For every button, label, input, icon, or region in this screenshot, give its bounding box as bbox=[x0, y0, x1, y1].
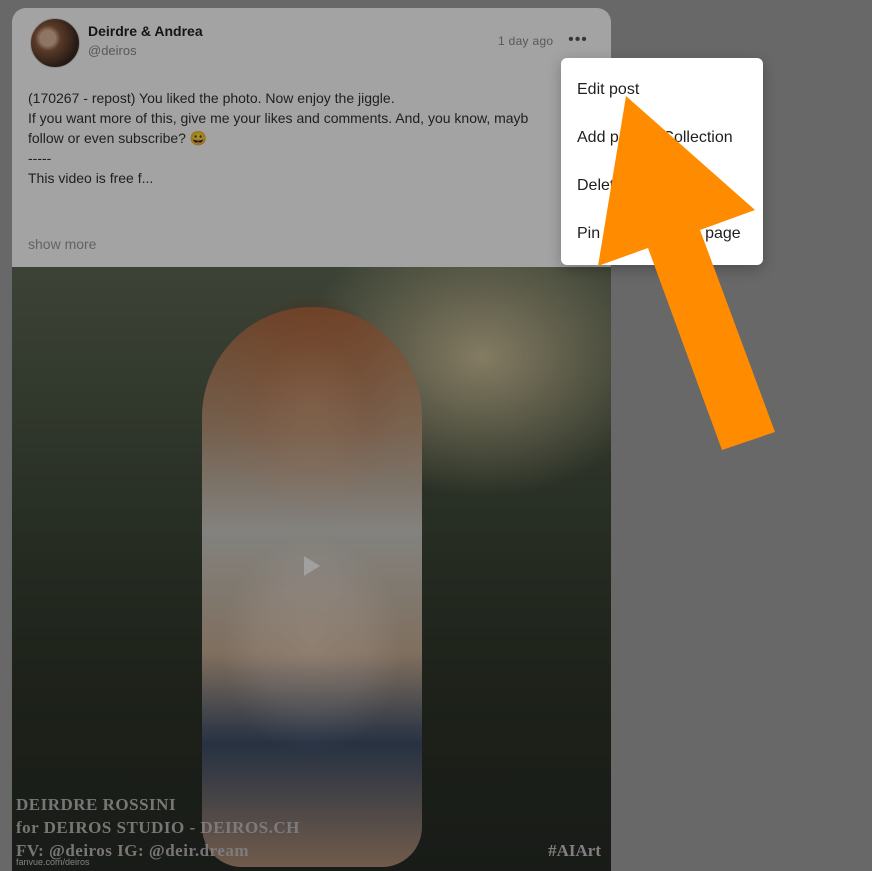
post-text-line: If you want more of this, give me your l… bbox=[28, 110, 529, 126]
menu-item-delete-post[interactable]: Delete post bbox=[577, 177, 658, 195]
source-url: fanvue.com/deiros bbox=[16, 857, 90, 867]
watermark-line: for DEIROS STUDIO - DEIROS.CH bbox=[16, 818, 300, 837]
watermark-tag: #AIArt bbox=[548, 841, 601, 860]
post-text-line: (170267 - repost) You liked the photo. N… bbox=[28, 90, 395, 106]
menu-item-pin-post[interactable]: Pin post to profile page bbox=[577, 225, 741, 243]
author-handle[interactable]: @deiros bbox=[88, 43, 137, 58]
show-more-link[interactable]: show more bbox=[28, 236, 96, 252]
post-text-line: This video is free f... bbox=[28, 170, 154, 186]
post-text-line: follow or even subscribe? 😀 bbox=[28, 130, 208, 146]
post-text: (170267 - repost) You liked the photo. N… bbox=[28, 88, 608, 188]
post-options-menu: Edit post Add post to Collection Delete … bbox=[561, 58, 763, 265]
post-timestamp: 1 day ago bbox=[498, 34, 554, 48]
play-icon[interactable] bbox=[304, 556, 320, 576]
menu-item-edit-post[interactable]: Edit post bbox=[577, 81, 639, 99]
post-video[interactable]: DEIRDRE ROSSINI for DEIROS STUDIO - DEIR… bbox=[12, 267, 611, 871]
watermark-line: DEIRDRE ROSSINI bbox=[16, 795, 177, 814]
post-card: Deirdre & Andrea @deiros 1 day ago ••• (… bbox=[12, 8, 611, 871]
menu-item-add-to-collection[interactable]: Add post to Collection bbox=[577, 129, 733, 147]
video-subject bbox=[202, 307, 422, 867]
avatar[interactable] bbox=[30, 18, 80, 68]
more-options-button[interactable]: ••• bbox=[566, 30, 590, 50]
post-text-line: ----- bbox=[28, 150, 52, 166]
author-name[interactable]: Deirdre & Andrea bbox=[88, 23, 203, 39]
